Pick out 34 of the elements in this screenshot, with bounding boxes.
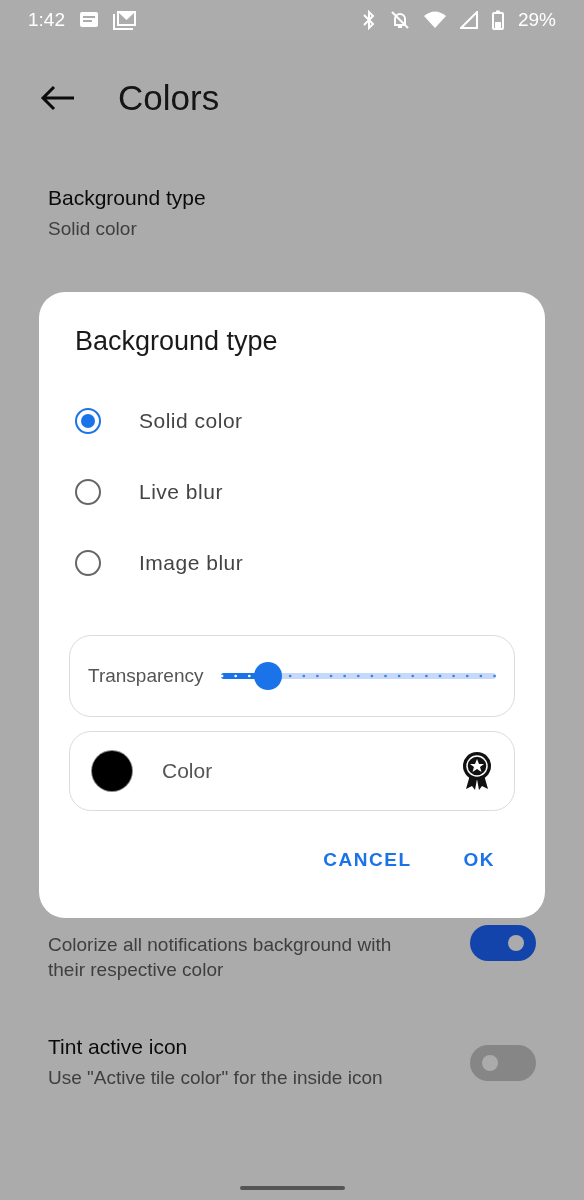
transparency-slider[interactable]	[221, 662, 496, 690]
award-ribbon-icon	[462, 751, 492, 791]
setting-title: Background type	[48, 186, 207, 210]
screen-title: Colors	[118, 78, 220, 118]
radio-button[interactable]	[75, 549, 101, 576]
back-arrow-icon[interactable]	[40, 85, 76, 111]
radio-option[interactable]: Image blur	[69, 527, 515, 598]
setting-subtitle: Colorize all notifications background with their respective color	[48, 933, 393, 982]
radio-option[interactable]: Live blur	[69, 456, 515, 527]
dialog-button[interactable]: OK	[459, 841, 499, 879]
status-time: 1:42	[28, 9, 65, 31]
bluetooth-icon	[361, 10, 376, 30]
dialog-title: Background type	[75, 326, 279, 357]
dialog-button[interactable]: CANCEL	[319, 841, 416, 879]
setting-subtitle: Use "Active tile color" for the inside icon	[48, 1066, 384, 1090]
setting-subtitle: Solid color	[48, 217, 138, 241]
battery-percent: 29%	[517, 9, 556, 31]
message-icon	[79, 11, 99, 29]
slider-thumb[interactable]	[254, 662, 283, 690]
wifi-icon	[423, 11, 446, 29]
setting-title: Tint active icon	[48, 1035, 189, 1059]
signal-icon	[459, 11, 478, 29]
toggle-switch[interactable]	[470, 1044, 536, 1081]
radio-option[interactable]: Solid color	[69, 385, 515, 456]
color-swatch[interactable]	[92, 751, 132, 791]
battery-icon	[491, 10, 504, 30]
color-label: Color	[162, 759, 214, 783]
muted-bell-icon	[389, 10, 410, 30]
radio-button[interactable]	[75, 478, 101, 505]
radio-button[interactable]	[75, 407, 101, 434]
slider-label: Transparency	[88, 665, 204, 687]
mail-icon	[113, 10, 137, 30]
color-card[interactable]: Color	[69, 731, 515, 811]
toggle-switch[interactable]	[470, 924, 536, 961]
